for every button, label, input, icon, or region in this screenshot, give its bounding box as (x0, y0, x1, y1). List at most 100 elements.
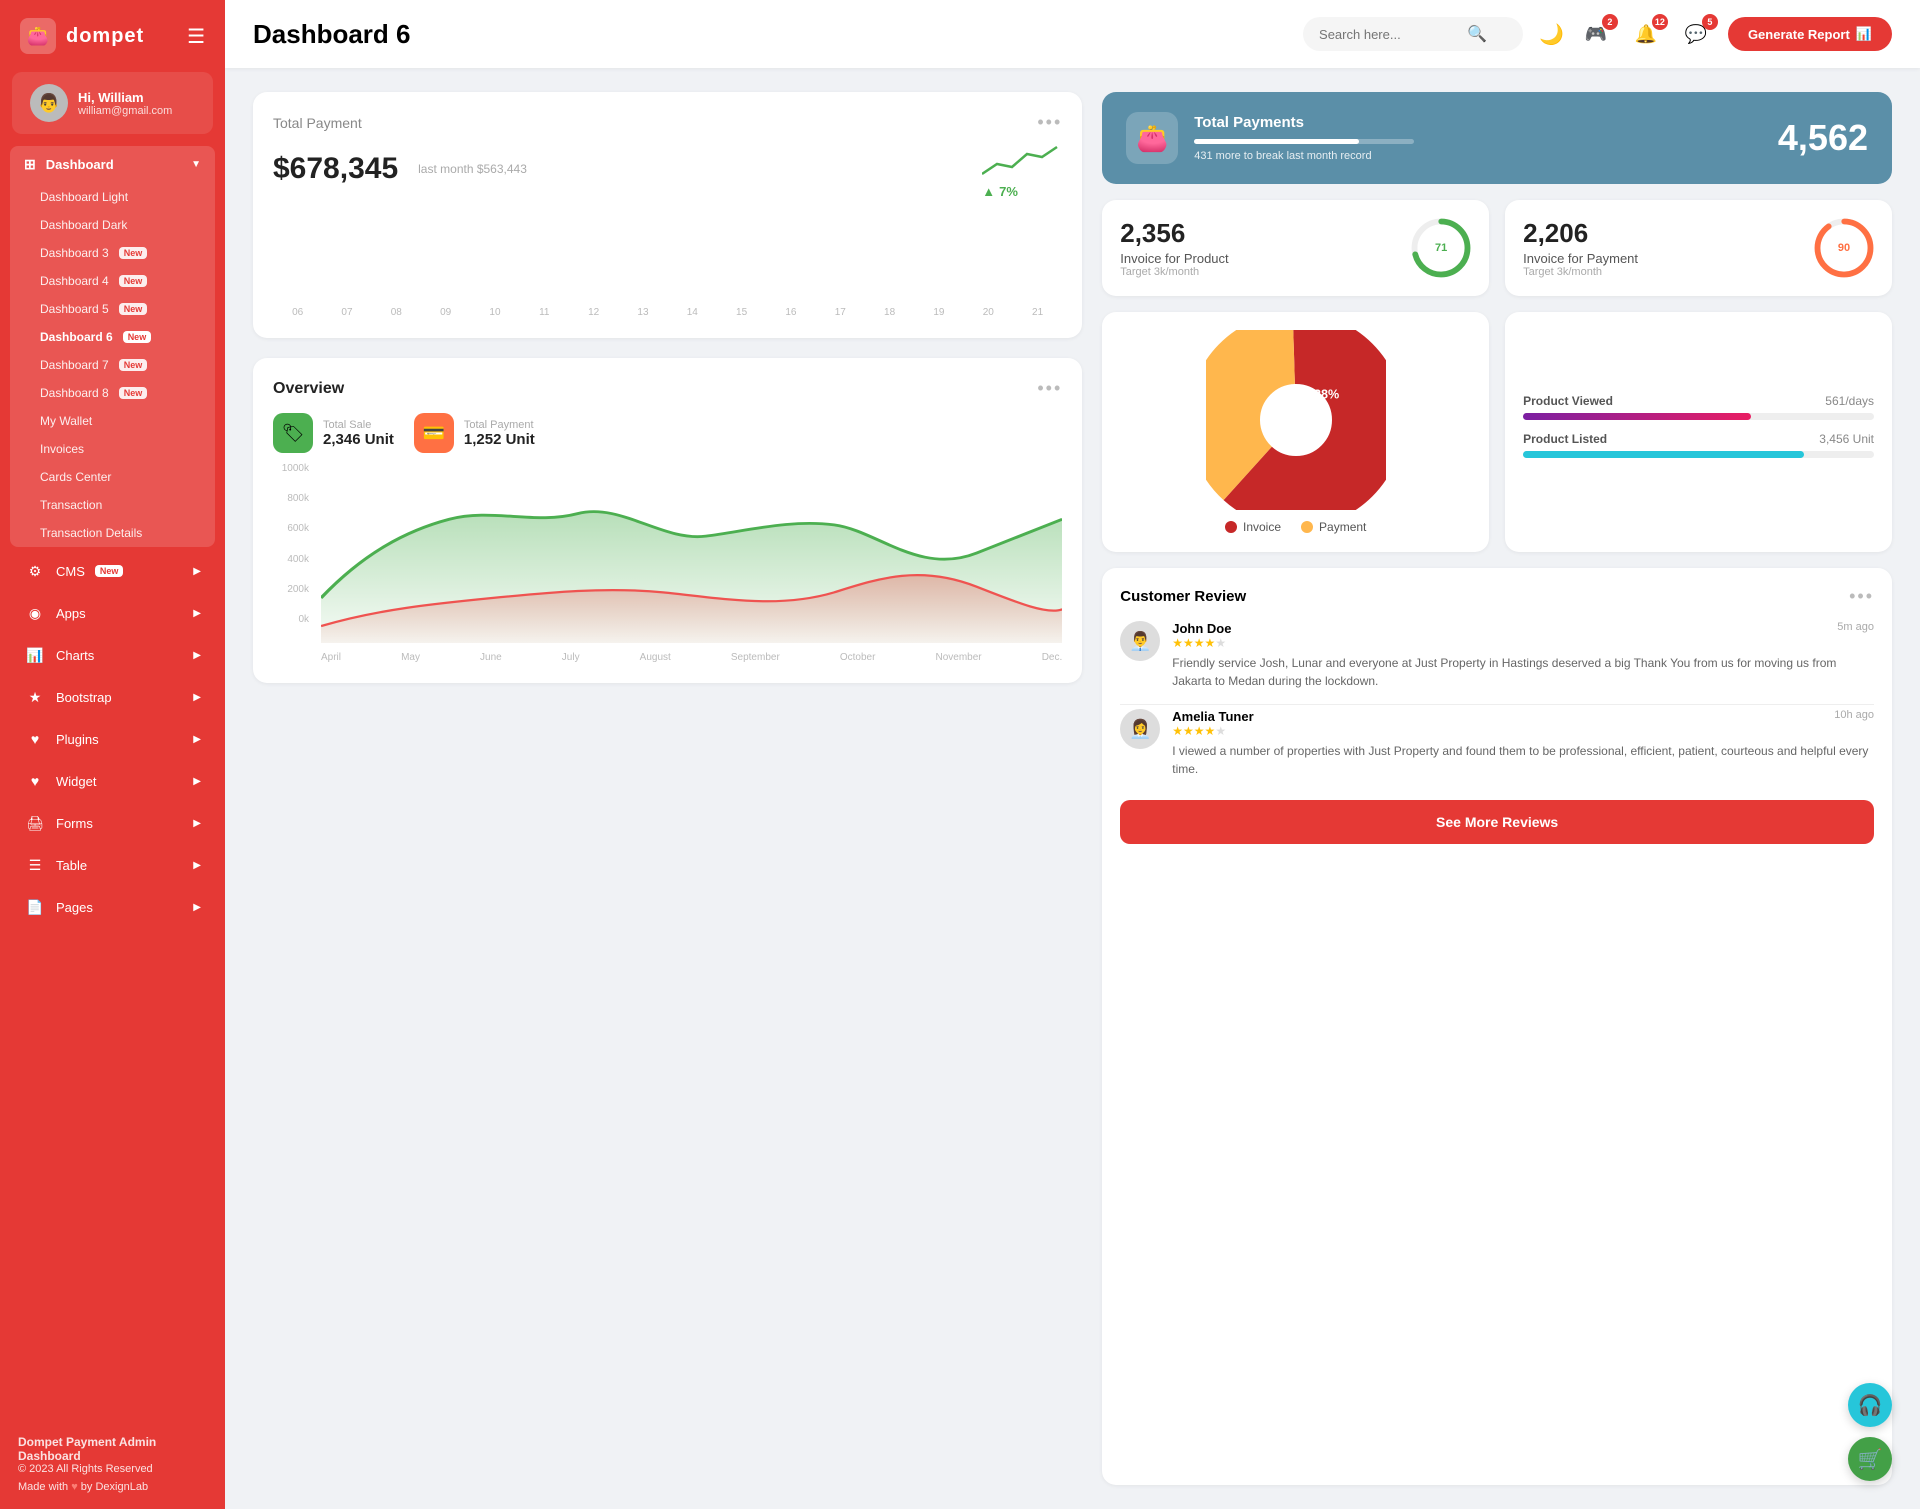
total-payment-value: 1,252 Unit (464, 431, 535, 448)
notification-badge: 12 (1652, 14, 1668, 30)
arrow-up-icon: ▲ (982, 184, 995, 199)
forms-icon: 🖨 (24, 812, 46, 834)
overview-menu-icon[interactable]: ••• (1037, 378, 1062, 399)
product-viewed-fill (1523, 413, 1751, 420)
sidebar-item-dashboard-6[interactable]: Dashboard 6New (10, 323, 215, 351)
sidebar-user: 👨 Hi, William william@gmail.com (12, 72, 213, 134)
trend-percent: ▲ 7% (982, 184, 1062, 199)
menu-label: Widget (56, 774, 96, 789)
review-text-0: Friendly service Josh, Lunar and everyon… (1172, 654, 1874, 690)
review-avatar-1: 👩‍💼 (1120, 709, 1160, 749)
invoice-product-target: Target 3k/month (1120, 266, 1228, 278)
donut-percent: 71 (1435, 242, 1447, 254)
payment-dot (1301, 521, 1313, 533)
total-sale-icon: 🏷 (273, 413, 313, 453)
sidebar-item-transaction[interactable]: Transaction (10, 491, 215, 519)
svg-text:38%: 38% (1314, 387, 1339, 401)
sidebar-item-dashboard-7[interactable]: Dashboard 7New (10, 351, 215, 379)
banner-info: Total Payments 431 more to break last mo… (1194, 114, 1762, 162)
product-viewed-header: Product Viewed 561/days (1523, 394, 1874, 408)
user-email: william@gmail.com (78, 105, 172, 117)
hamburger-icon[interactable]: ☰ (187, 24, 205, 49)
generate-report-button[interactable]: Generate Report 📊 (1728, 17, 1892, 51)
legend-payment: Payment (1301, 520, 1366, 534)
bar-x-label: 20 (966, 307, 1011, 318)
message-icon-btn[interactable]: 💬 5 (1678, 16, 1714, 52)
product-viewed-value: 561/days (1825, 394, 1874, 408)
product-listed-header: Product Listed 3,456 Unit (1523, 432, 1874, 446)
bar-x-label: 09 (423, 307, 468, 318)
moon-icon[interactable]: 🌙 (1539, 22, 1564, 47)
sidebar-menu-bootstrap[interactable]: ★ Bootstrap ▶ (10, 677, 215, 717)
see-more-reviews-button[interactable]: See More Reviews (1120, 800, 1874, 844)
sidebar-menu-apps[interactable]: ◉ Apps ▶ (10, 593, 215, 633)
header: Dashboard 6 🔍 🌙 🎮 2 🔔 12 💬 5 Generate Re… (225, 0, 1920, 68)
sidebar-item-dashboard-5[interactable]: Dashboard 5New (10, 295, 215, 323)
invoice-dot (1225, 521, 1237, 533)
sidebar-menu-charts[interactable]: 📊 Charts ▶ (10, 635, 215, 675)
sidebar-menu-widget[interactable]: ♥ Widget ▶ (10, 761, 215, 801)
total-sale-label: Total Sale (323, 419, 394, 431)
sidebar: 👛 dompet ☰ 👨 Hi, William william@gmail.c… (0, 0, 225, 1509)
banner-progress-bar (1194, 139, 1414, 144)
user-name: Hi, William (78, 90, 172, 105)
dashboard-section-header[interactable]: ⊞ Dashboard ▼ (10, 146, 215, 183)
chevron-right-icon: ▶ (193, 692, 201, 703)
payment-row: $678,345 last month $563,443 ▲ 7% (273, 139, 1062, 199)
cart-fab[interactable]: 🛒 (1848, 1437, 1892, 1481)
sidebar-item-dashboard-light[interactable]: Dashboard Light (10, 183, 215, 211)
invoice-payment-number: 2,206 (1523, 218, 1638, 249)
bar-x-label: 18 (867, 307, 912, 318)
notification-icon-btn[interactable]: 🔔 12 (1628, 16, 1664, 52)
card-menu-icon[interactable]: ••• (1037, 112, 1062, 133)
pie-chart-svg: 62% 38% (1206, 330, 1386, 510)
y-axis: 1000k800k600k400k200k0k (273, 463, 313, 643)
sidebar-menu-table[interactable]: ☰ Table ▶ (10, 845, 215, 885)
product-viewed-label: Product Viewed (1523, 394, 1613, 408)
sidebar-item-dashboard-4[interactable]: Dashboard 4New (10, 267, 215, 295)
invoice-product-label: Invoice for Product (1120, 251, 1228, 266)
support-fab[interactable]: 🎧 (1848, 1383, 1892, 1427)
sidebar-item-dashboard-3[interactable]: Dashboard 3New (10, 239, 215, 267)
review-item-0: 👨‍💼 John Doe 5m ago ★★★★★ Friendly servi… (1120, 621, 1874, 690)
sidebar-menu-cms[interactable]: ⚙ CMS New ▶ (10, 551, 215, 591)
sidebar-item-cards-center[interactable]: Cards Center (10, 463, 215, 491)
invoice-product-number: 2,356 (1120, 218, 1228, 249)
sidebar-item-transaction-details[interactable]: Transaction Details (10, 519, 215, 547)
review-divider (1120, 704, 1874, 705)
sidebar-item-my-wallet[interactable]: My Wallet (10, 407, 215, 435)
sidebar-footer: Dompet Payment Admin Dashboard © 2023 Al… (0, 1419, 225, 1509)
banner-subtitle: 431 more to break last month record (1194, 150, 1762, 162)
chart-bar-icon: 📊 (1856, 26, 1872, 42)
banner-progress-fill (1194, 139, 1359, 144)
charts-icon: 📊 (24, 644, 46, 666)
chevron-right-icon: ▶ (193, 734, 201, 745)
payment-meta: last month $563,443 (418, 162, 527, 176)
sidebar-item-dashboard-8[interactable]: Dashboard 8New (10, 379, 215, 407)
search-input[interactable] (1319, 27, 1459, 42)
games-icon-btn[interactable]: 🎮 2 (1578, 16, 1614, 52)
chevron-right-icon: ▶ (193, 650, 201, 661)
chevron-down-icon: ▼ (191, 159, 201, 170)
wallet-icon: 👛 (20, 18, 56, 54)
avatar: 👨 (30, 84, 68, 122)
search-bar: 🔍 (1303, 17, 1523, 51)
total-payment-icon: 💳 (414, 413, 454, 453)
product-viewed-row: Product Viewed 561/days (1523, 394, 1874, 420)
review-menu-icon[interactable]: ••• (1849, 586, 1874, 607)
sidebar-item-invoices[interactable]: Invoices (10, 435, 215, 463)
search-icon[interactable]: 🔍 (1467, 24, 1487, 44)
new-badge: New (119, 387, 148, 399)
invoice-product-card: 2,356 Invoice for Product Target 3k/mont… (1102, 200, 1489, 296)
sidebar-item-dashboard-dark[interactable]: Dashboard Dark (10, 211, 215, 239)
sidebar-menu-plugins[interactable]: ♥ Plugins ▶ (10, 719, 215, 759)
legend-invoice: Invoice (1225, 520, 1281, 534)
invoice-product-info: 2,356 Invoice for Product Target 3k/mont… (1120, 218, 1228, 278)
sidebar-menu-forms[interactable]: 🖨 Forms ▶ (10, 803, 215, 843)
total-sale-stat: 🏷 Total Sale 2,346 Unit (273, 413, 394, 453)
new-badge: New (119, 303, 148, 315)
total-payment-label: Total Payment (464, 419, 535, 431)
review-time-1: 10h ago (1834, 709, 1874, 724)
sidebar-menu-pages[interactable]: 📄 Pages ▶ (10, 887, 215, 927)
bar-x-label: 13 (620, 307, 665, 318)
